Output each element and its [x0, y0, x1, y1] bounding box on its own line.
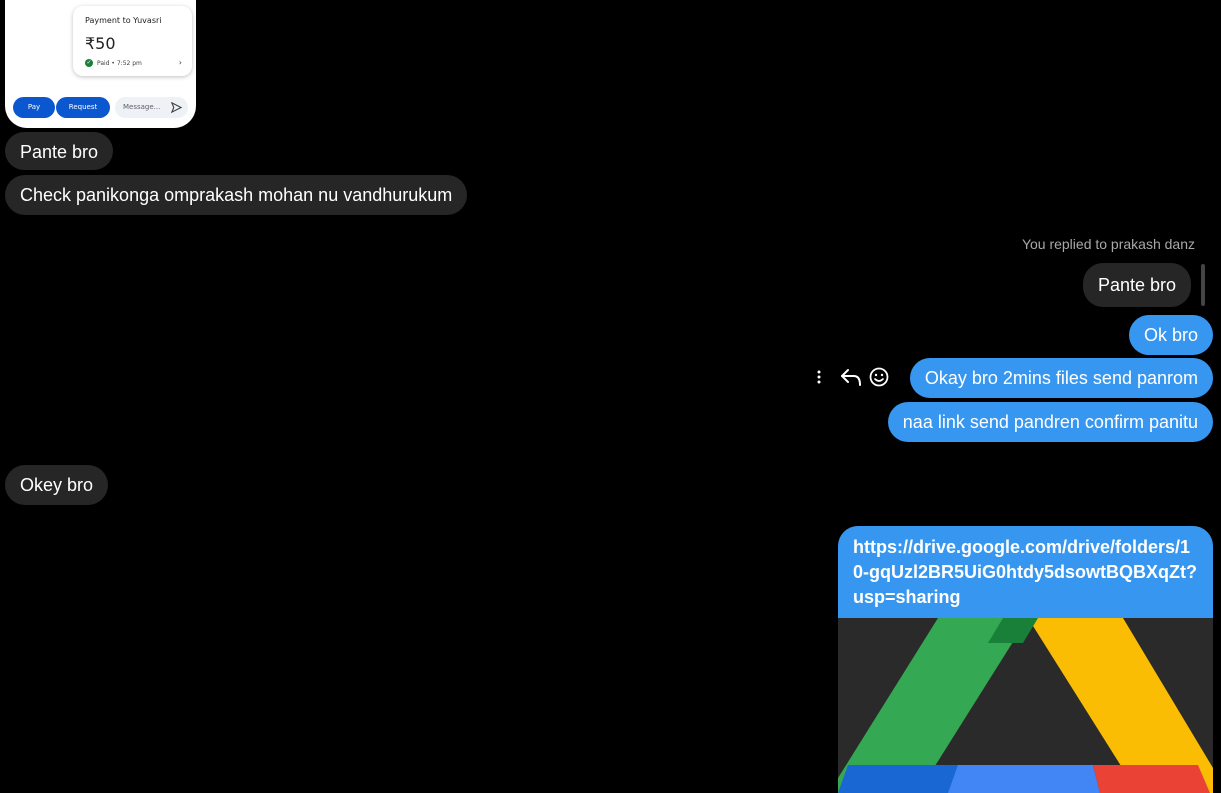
emoji-react-icon[interactable]: [866, 366, 892, 388]
message-bubble-incoming[interactable]: Okey bro: [5, 465, 109, 505]
payment-screenshot-attachment[interactable]: Payment to Yuvasri ₹50 ✓ Paid • 7:52 pm …: [5, 0, 196, 128]
google-drive-logo-preview[interactable]: [838, 618, 1213, 793]
payment-amount: ₹50: [85, 34, 116, 53]
message-bubble-incoming[interactable]: Check panikonga omprakash mohan nu vandh…: [5, 175, 468, 215]
chat-thread: Payment to Yuvasri ₹50 ✓ Paid • 7:52 pm …: [0, 0, 1221, 793]
payment-status-text: Paid • 7:52 pm: [97, 59, 142, 67]
message-field: Message...: [115, 97, 188, 118]
payment-title: Payment to Yuvasri: [85, 16, 162, 25]
google-drive-logo-icon: [838, 618, 1213, 793]
reply-indicator-bar: [1201, 264, 1205, 306]
chevron-right-icon: ›: [178, 58, 182, 67]
message-actions: [810, 366, 892, 388]
check-icon: ✓: [85, 59, 93, 67]
message-bubble-outgoing[interactable]: naa link send pandren confirm panitu: [887, 402, 1213, 442]
drive-link[interactable]: https://drive.google.com/drive/folders/1…: [838, 526, 1213, 618]
link-preview-message[interactable]: https://drive.google.com/drive/folders/1…: [838, 526, 1213, 793]
quoted-message[interactable]: Pante bro: [1082, 263, 1191, 307]
payment-card: Payment to Yuvasri ₹50 ✓ Paid • 7:52 pm …: [73, 6, 192, 76]
reply-icon[interactable]: [836, 366, 866, 388]
message-placeholder: Message...: [123, 103, 161, 111]
payment-status: ✓ Paid • 7:52 pm: [85, 59, 142, 67]
more-options-icon[interactable]: [810, 366, 828, 388]
send-icon: [171, 102, 182, 113]
request-button: Request: [56, 97, 110, 118]
reply-note: You replied to prakash danz: [1021, 236, 1195, 252]
message-bubble-outgoing[interactable]: Ok bro: [1128, 315, 1213, 355]
pay-button: Pay: [13, 97, 55, 118]
message-bubble-outgoing[interactable]: Okay bro 2mins files send panrom: [909, 358, 1213, 398]
message-bubble-incoming[interactable]: Pante bro: [5, 132, 114, 170]
